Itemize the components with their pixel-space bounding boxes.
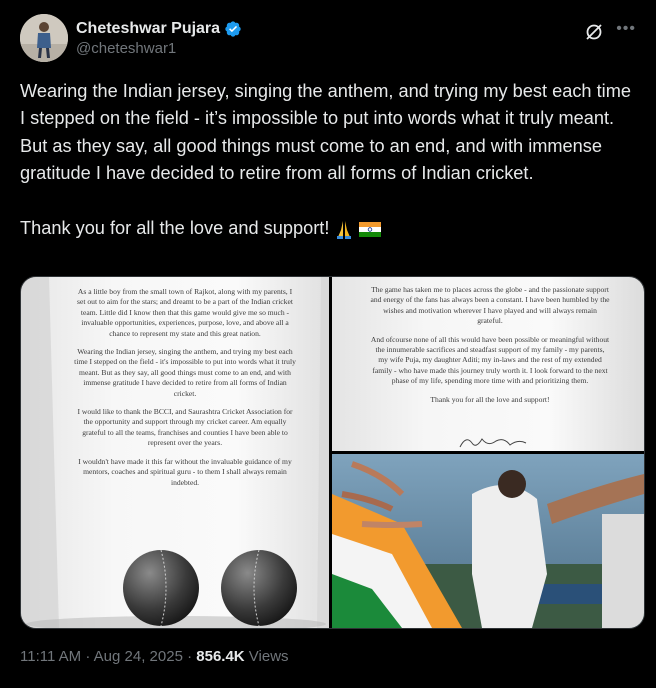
letter-left-para-3: I would like to thank the BCCI, and Saur… <box>77 407 293 448</box>
tweet-body: Wearing the Indian jersey, singing the a… <box>20 81 631 239</box>
media-grid[interactable]: As a little boy from the small town of R… <box>20 276 645 629</box>
tweet-header: Cheteshwar Pujara @cheteshwar1 ••• <box>20 14 640 64</box>
letter-right-para-2: And ofcourse none of all this would have… <box>370 334 610 386</box>
cricket-field-photo <box>332 454 644 628</box>
views-count[interactable]: 856.4K <box>196 648 244 665</box>
author-name[interactable]: Cheteshwar Pujara <box>76 20 220 38</box>
tweet-text: Wearing the Indian jersey, singing the a… <box>20 78 636 242</box>
letter-left-para-2: Wearing the Indian jersey, singing the a… <box>74 347 296 398</box>
photo-image[interactable] <box>332 454 644 628</box>
letter-image-right[interactable]: The game has taken me to places across t… <box>332 277 644 451</box>
signature-image <box>459 438 527 448</box>
author-name-row[interactable]: Cheteshwar Pujara <box>76 20 242 38</box>
more-options-icon[interactable]: ••• <box>616 20 636 38</box>
verified-badge-icon <box>225 21 241 37</box>
meta-separator-1: · <box>81 648 94 665</box>
tweet-meta: 11:11 AM · Aug 24, 2025 · 856.4K Views <box>20 648 289 665</box>
views-label: Views <box>244 648 289 665</box>
cricket-balls-image <box>26 549 326 628</box>
letter-image-left[interactable]: As a little boy from the small town of R… <box>21 277 329 628</box>
letter-right-para-1: The game has taken me to places across t… <box>370 285 610 326</box>
grok-icon[interactable] <box>584 22 604 42</box>
avatar[interactable] <box>20 14 68 62</box>
letter-left-para-4: I wouldn't have made it this far without… <box>78 456 292 487</box>
letter-right-text: The game has taken me to places across t… <box>370 285 610 413</box>
india-flag-icon <box>359 218 382 238</box>
letter-left-text: As a little boy from the small town of R… <box>73 287 297 496</box>
tweet-time[interactable]: 11:11 AM <box>20 648 81 665</box>
folded-hands-icon <box>337 221 352 240</box>
emoji-row <box>333 218 382 240</box>
meta-separator-2: · <box>182 648 197 665</box>
letter-left-para-1: As a little boy from the small town of R… <box>77 287 293 338</box>
author-handle[interactable]: @cheteshwar1 <box>76 40 176 57</box>
tweet-date[interactable]: Aug 24, 2025 <box>94 648 183 665</box>
letter-right-para-3: Thank you for all the love and support! <box>430 394 550 404</box>
